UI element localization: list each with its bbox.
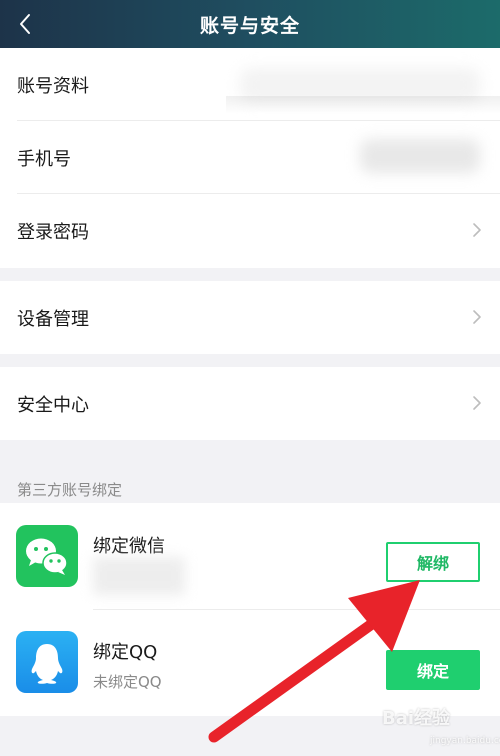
row-account-profile[interactable]: 账号资料 [0, 48, 500, 121]
row-security-center[interactable]: 安全中心 [0, 367, 500, 440]
wechat-icon [16, 525, 78, 587]
row-label: 设备管理 [17, 308, 89, 330]
page-title: 账号与安全 [199, 14, 300, 37]
row-login-password[interactable]: 登录密码 [0, 194, 500, 267]
qq-icon [16, 631, 78, 693]
unbind-button[interactable]: 解绑 [386, 542, 480, 582]
chevron-right-icon [473, 310, 481, 324]
title-bar: 账号与安全 [0, 0, 500, 48]
device-group: 设备管理 [0, 281, 500, 354]
blurred-phone-value [360, 139, 480, 173]
security-group: 安全中心 [0, 367, 500, 440]
section-title-third-party: 第三方账号绑定 [17, 481, 123, 499]
chevron-left-icon[interactable] [14, 12, 38, 36]
qq-title: 绑定QQ [93, 642, 158, 663]
third-party-group: 绑定微信 解绑 绑定QQ 未绑定QQ 绑定 [0, 503, 500, 716]
row-label: 安全中心 [17, 394, 89, 416]
watermark-url: jingyan.baidu.com [430, 736, 500, 746]
list-item-qq: 绑定QQ 未绑定QQ 绑定 [0, 609, 500, 715]
row-phone[interactable]: 手机号 [0, 121, 500, 194]
blurred-wechat-account [93, 557, 185, 595]
row-label: 账号资料 [17, 75, 89, 97]
wechat-title: 绑定微信 [93, 536, 165, 557]
qq-subtitle: 未绑定QQ [93, 673, 162, 691]
chevron-right-icon [473, 396, 481, 410]
bind-button[interactable]: 绑定 [386, 650, 480, 690]
chevron-right-icon [473, 223, 481, 237]
row-label: 手机号 [17, 148, 71, 170]
row-device-management[interactable]: 设备管理 [0, 281, 500, 354]
row-label: 登录密码 [17, 221, 89, 243]
watermark-logo: Bai经验 [382, 708, 451, 729]
account-group: 账号资料 手机号 登录密码 [0, 48, 500, 268]
list-item-wechat: 绑定微信 解绑 [0, 503, 500, 610]
